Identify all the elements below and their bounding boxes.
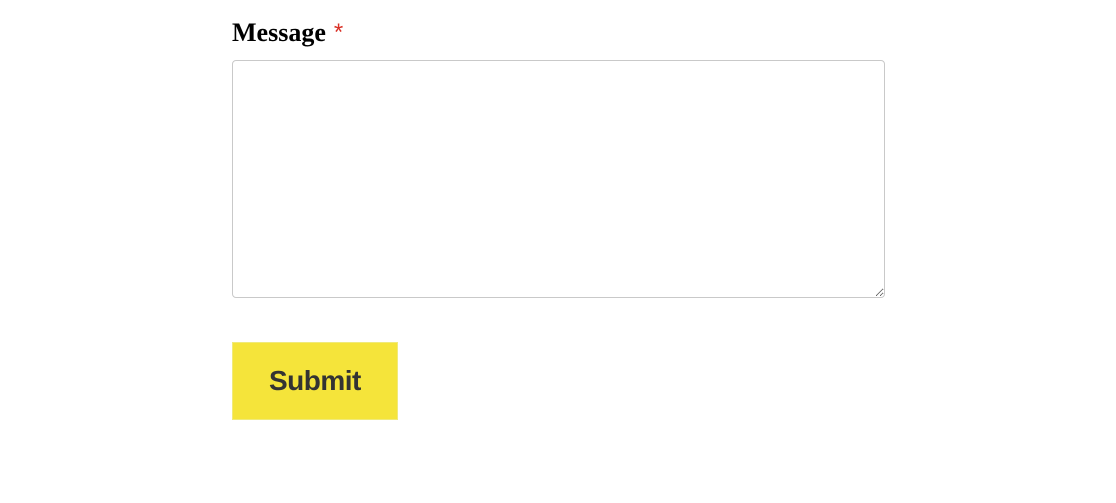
message-label: Message: [232, 18, 326, 47]
message-label-row: Message *: [232, 18, 1116, 48]
message-input[interactable]: [232, 60, 885, 298]
contact-form: Message * Submit: [0, 0, 1116, 420]
submit-button[interactable]: Submit: [232, 342, 398, 420]
required-asterisk-icon: *: [334, 19, 343, 46]
